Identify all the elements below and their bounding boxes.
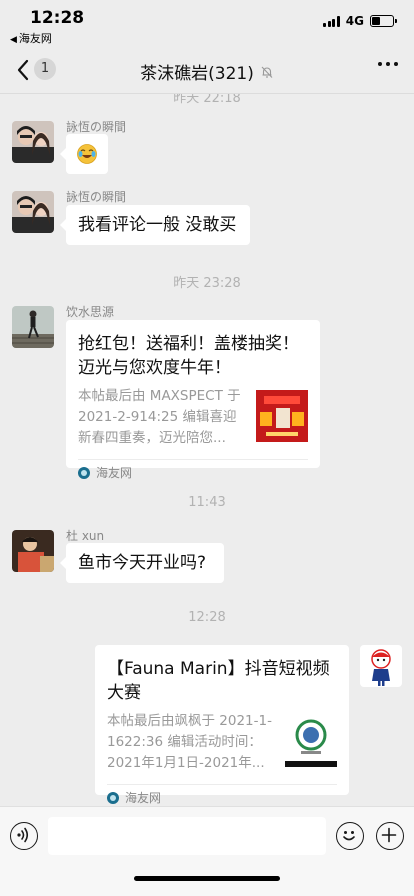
- source-logo-icon: [78, 466, 90, 479]
- input-bar: [0, 806, 414, 896]
- message-text: 鱼市今天开业吗?: [78, 553, 207, 573]
- sender-name: 詠恆の瞬間: [66, 120, 127, 134]
- sender-name: 饮水思源: [66, 305, 115, 319]
- back-triangle-icon: ◀: [10, 35, 17, 45]
- back-to-app-link[interactable]: ◀ 海友网: [10, 30, 52, 46]
- avatar[interactable]: [12, 191, 54, 233]
- link-card-thumbnail: [256, 390, 308, 442]
- sender-name: 詠恆の瞬間: [66, 190, 127, 204]
- chat-title-container: 茶沫礁岩(321): [0, 59, 414, 84]
- signal-icon: [323, 15, 340, 27]
- source-logo-icon: [107, 791, 119, 804]
- emoji-icon[interactable]: [336, 822, 364, 850]
- my-avatar[interactable]: [360, 645, 402, 687]
- message-list[interactable]: 昨天 22:18 詠恆の瞬間 詠恆の瞬間 我看评论一般 没敢买 昨天 23:28…: [0, 94, 414, 806]
- plus-icon[interactable]: [376, 822, 404, 850]
- more-dots-icon[interactable]: [378, 62, 398, 66]
- link-card-title: 【Fauna Marin】抖音短视频大赛: [107, 659, 330, 703]
- avatar[interactable]: [12, 530, 54, 572]
- message-bubble[interactable]: 鱼市今天开业吗?: [60, 543, 224, 583]
- link-card-thumbnail: [285, 715, 337, 767]
- status-time: 12:28: [30, 8, 85, 28]
- avatar[interactable]: [12, 121, 54, 163]
- link-card-title: 抢红包！送福利！盖楼抽奖！迈光与您欢度牛年！: [78, 334, 299, 378]
- link-card-source: 海友网: [96, 466, 133, 480]
- timestamp: 昨天 23:28: [173, 276, 241, 291]
- message-text: 我看评论一般 没敢买: [78, 215, 237, 235]
- message-bubble[interactable]: 我看评论一般 没敢买: [60, 205, 250, 245]
- link-card-source: 海友网: [125, 791, 162, 805]
- link-card[interactable]: 【Fauna Marin】抖音短视频大赛 本帖最后由飒枫于 2021-1-162…: [95, 645, 349, 805]
- message-input[interactable]: [48, 817, 326, 855]
- status-indicators: 4G: [323, 14, 397, 28]
- link-card-footer: 海友网: [78, 459, 308, 485]
- mute-bell-icon: [261, 66, 273, 78]
- link-card-description: 本帖最后由飒枫于 2021-1-1622:36 编辑活动时间：2021年1月1日…: [107, 713, 272, 771]
- voice-icon[interactable]: [10, 822, 38, 850]
- timestamp: 12:28: [188, 610, 226, 625]
- emoji-laughing-tears-icon: [77, 144, 97, 164]
- network-type: 4G: [345, 14, 364, 28]
- chat-title: 茶沫礁岩(321): [140, 64, 254, 84]
- back-app-label: 海友网: [18, 32, 52, 45]
- chat-header: 1 茶沫礁岩(321): [0, 46, 414, 94]
- link-card-footer: 海友网: [107, 784, 337, 806]
- link-card[interactable]: 抢红包！送福利！盖楼抽奖！迈光与您欢度牛年！ 本帖最后由 MAXSPECT 于 …: [66, 320, 320, 480]
- timestamp: 11:43: [188, 495, 226, 510]
- home-indicator[interactable]: [134, 876, 280, 881]
- battery-icon: [370, 15, 397, 27]
- message-bubble[interactable]: [60, 134, 108, 174]
- avatar[interactable]: [12, 306, 54, 348]
- link-card-description: 本帖最后由 MAXSPECT 于 2021-2-914:25 编辑喜迎新春四重奏…: [78, 388, 241, 446]
- timestamp: 昨天 22:18: [173, 94, 241, 106]
- status-bar: 12:28 ◀ 海友网 4G: [0, 0, 414, 46]
- sender-name: 杜 xun: [66, 529, 105, 543]
